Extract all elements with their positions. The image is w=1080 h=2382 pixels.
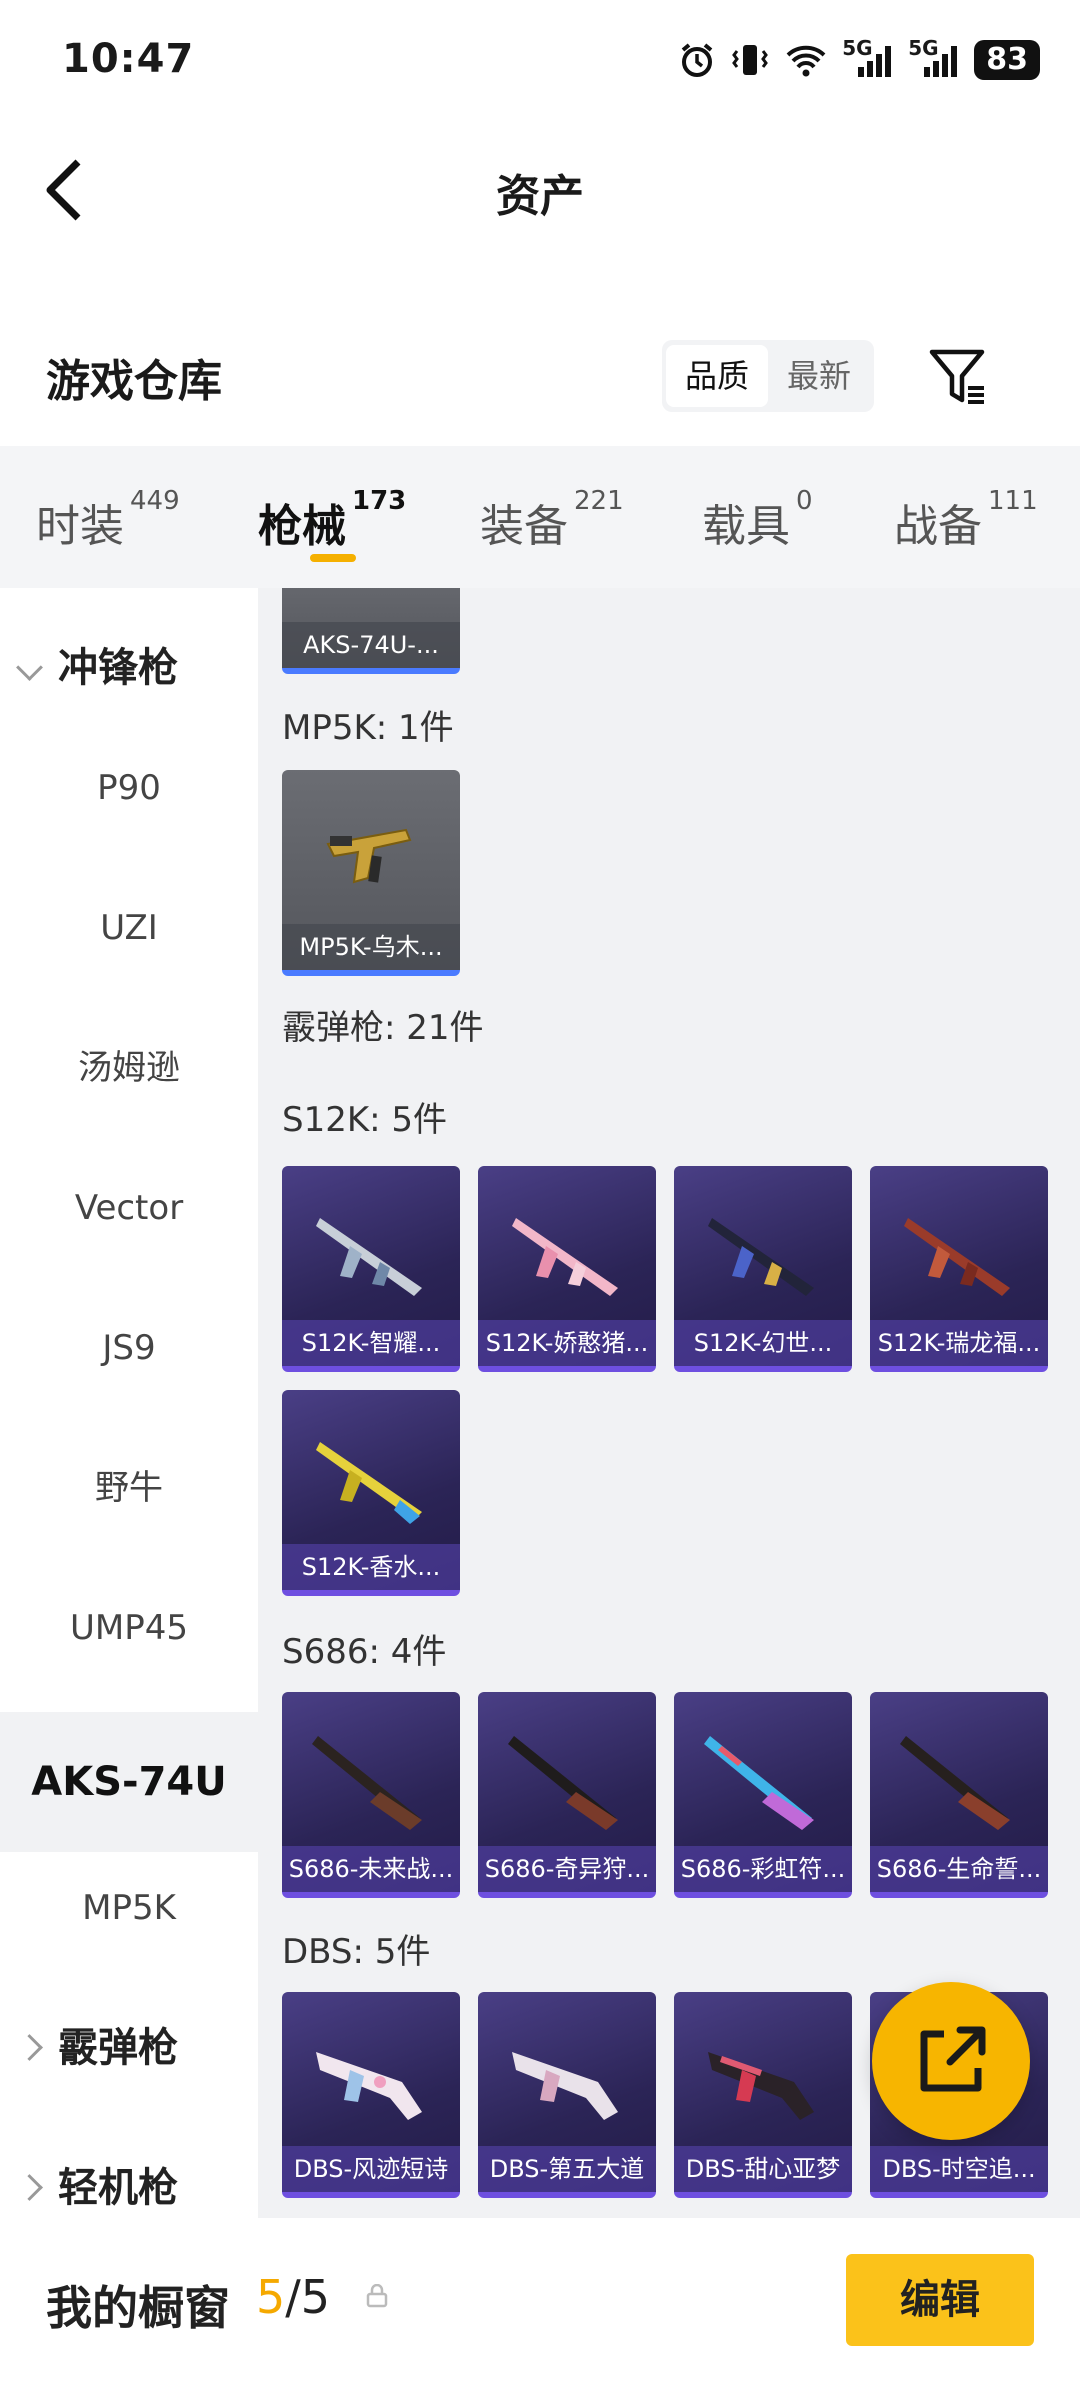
weapon-card[interactable]: AKS-74U-...	[282, 588, 460, 674]
sidebar-item-js9[interactable]: JS9	[0, 1300, 258, 1396]
weapon-card[interactable]: DBS-甜心亚梦	[674, 1992, 852, 2198]
weapon-card[interactable]: S12K-幻世...	[674, 1166, 852, 1372]
tab-guns[interactable]: 枪械 173	[258, 486, 406, 554]
shotgun-red-black-icon	[708, 2052, 814, 2120]
battery-indicator: 83	[974, 40, 1040, 80]
vibrate-icon	[730, 40, 770, 80]
weapon-card-name: DBS-第五大道	[478, 2146, 656, 2192]
group-label-s12k: S12K: 5件	[282, 1100, 448, 1140]
rifle-pink-icon	[512, 1218, 618, 1296]
weapon-card-name: S686-彩虹符...	[674, 1846, 852, 1892]
tab-supplies[interactable]: 战备 111	[894, 486, 1038, 554]
weapon-list: AKS-74U-... MP5K: 1件 MP5K-乌木... 霰弹枪: 21件…	[258, 588, 1080, 2218]
weapon-card[interactable]: DBS-第五大道	[478, 1992, 656, 2198]
chevron-right-icon	[16, 2034, 43, 2061]
weapon-card-name: DBS-风迹短诗	[282, 2146, 460, 2192]
page-title: 资产	[496, 171, 584, 222]
sort-quality-button[interactable]: 品质	[666, 345, 768, 407]
alarm-icon	[678, 40, 716, 80]
status-bar: 10:47 5G 5G 83	[0, 0, 1080, 120]
rifle-yellow-icon	[316, 1442, 422, 1524]
active-tab-indicator	[310, 554, 356, 562]
weapon-card[interactable]: DBS-风迹短诗	[282, 1992, 460, 2198]
edit-button[interactable]: 编辑	[846, 2254, 1034, 2346]
sidebar-item-ump45[interactable]: UMP45	[0, 1580, 258, 1676]
weapon-card-name: DBS-时空追...	[870, 2146, 1048, 2192]
weapon-card-name: S686-未来战...	[282, 1846, 460, 1892]
rifle-dark-blue-icon	[708, 1218, 814, 1296]
weapon-card-name: MP5K-乌木...	[282, 924, 460, 970]
weapon-card[interactable]: S686-生命誓...	[870, 1692, 1048, 1898]
weapon-card[interactable]: S686-未来战...	[282, 1692, 460, 1898]
smg-gold-icon	[326, 828, 412, 884]
warehouse-title: 游戏仓库	[46, 356, 222, 407]
status-icons: 5G 5G 83	[678, 36, 1040, 84]
sidebar-group-lmg[interactable]: 轻机枪	[0, 2140, 258, 2218]
weapon-card-name: AKS-74U-...	[282, 622, 460, 668]
weapon-card-name: S12K-香水...	[282, 1544, 460, 1590]
weapon-card[interactable]: S12K-瑞龙福...	[870, 1166, 1048, 1372]
tab-equipment[interactable]: 装备 221	[480, 486, 624, 554]
weapon-card[interactable]: S12K-香水...	[282, 1390, 460, 1596]
sort-toggle: 品质 最新	[662, 340, 874, 412]
shotgun-rainbow-icon	[704, 1736, 814, 1830]
sidebar-item-uzi[interactable]: UZI	[0, 880, 258, 976]
weapon-card-name: S686-生命誓...	[870, 1846, 1048, 1892]
group-label-mp5k: MP5K: 1件	[282, 708, 454, 748]
group-label-shotgun: 霰弹枪: 21件	[282, 1008, 484, 1048]
weapon-card-name: S12K-智耀...	[282, 1320, 460, 1366]
weapon-card[interactable]: MP5K-乌木...	[282, 770, 460, 976]
group-label-s686: S686: 4件	[282, 1632, 447, 1672]
weapon-card-name: S686-奇异狩...	[478, 1846, 656, 1892]
shotgun-white-icon	[316, 2052, 422, 2120]
filter-icon	[929, 349, 985, 404]
signal-icon-1: 5G	[842, 38, 894, 80]
sort-newest-button[interactable]: 最新	[768, 345, 870, 407]
chevron-right-icon	[16, 2174, 43, 2201]
tab-fashion[interactable]: 时装 449	[36, 486, 180, 554]
showcase-label: 我的橱窗	[46, 2281, 230, 2335]
weapon-card[interactable]: S686-彩虹符...	[674, 1692, 852, 1898]
rifle-red-icon	[904, 1218, 1010, 1296]
shotgun-pearl-icon	[512, 2052, 618, 2120]
shotgun-brown-icon	[508, 1736, 618, 1830]
sidebar-item-aks74u[interactable]: AKS-74U	[0, 1712, 258, 1852]
wifi-icon	[784, 40, 828, 80]
sidebar-item-mp5k[interactable]: MP5K	[0, 1860, 258, 1956]
rifle-silver-icon	[316, 1218, 422, 1296]
weapon-card-name: S12K-幻世...	[674, 1320, 852, 1366]
showcase-count: 5/5	[256, 2270, 331, 2324]
filter-button[interactable]	[926, 344, 992, 410]
signal-icon-2: 5G	[908, 38, 960, 80]
weapon-card[interactable]: S686-奇异狩...	[478, 1692, 656, 1898]
weapon-card-name: S12K-瑞龙福...	[870, 1320, 1048, 1366]
lock-icon	[366, 2283, 388, 2308]
weapon-card-name: DBS-甜心亚梦	[674, 2146, 852, 2192]
sidebar-item-p90[interactable]: P90	[0, 740, 258, 836]
tab-vehicles[interactable]: 载具 0	[702, 486, 813, 554]
sidebar-group-shotgun[interactable]: 霰弹枪	[0, 2000, 258, 2096]
weapon-card[interactable]: S12K-娇憨猪...	[478, 1166, 656, 1372]
chevron-down-icon	[16, 654, 43, 681]
share-export-icon	[920, 2026, 986, 2092]
shotgun-dark-icon	[312, 1736, 422, 1830]
sidebar-item-thompson[interactable]: 汤姆逊	[0, 1020, 258, 1116]
group-label-dbs: DBS: 5件	[282, 1932, 431, 1972]
weapon-card[interactable]: S12K-智耀...	[282, 1166, 460, 1372]
sidebar-group-smg[interactable]: 冲锋枪	[0, 630, 258, 706]
weapon-type-sidebar: 冲锋枪 P90 UZI 汤姆逊 Vector JS9 野牛 UMP45 AKS-…	[0, 588, 258, 2218]
sidebar-item-vector[interactable]: Vector	[0, 1160, 258, 1256]
status-time: 10:47	[62, 36, 195, 82]
sidebar-item-bizon[interactable]: 野牛	[0, 1440, 258, 1536]
weapon-card-name: S12K-娇憨猪...	[478, 1320, 656, 1366]
share-fab-button[interactable]	[872, 1982, 1030, 2140]
shotgun-wood-icon	[900, 1736, 1010, 1830]
